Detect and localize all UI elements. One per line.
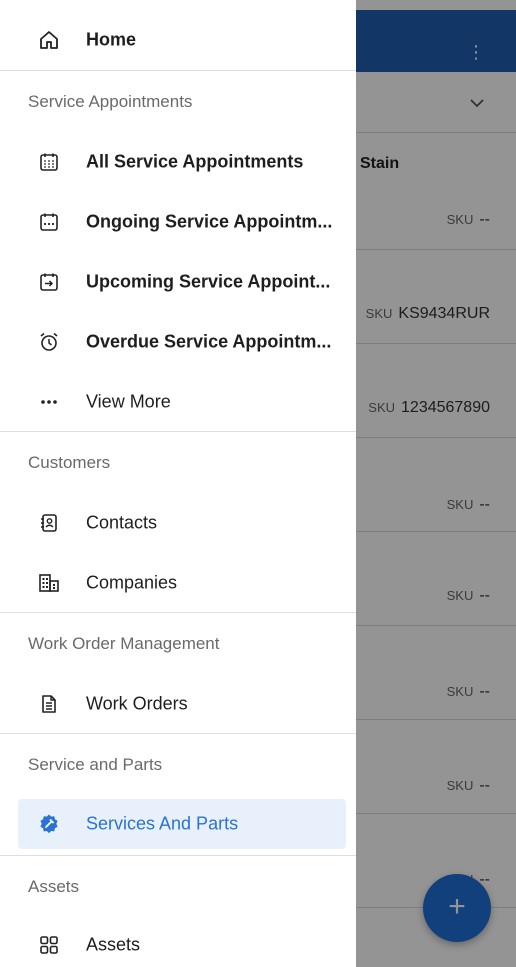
work-order-icon — [38, 693, 60, 715]
section-header-service-appointments: Service Appointments — [28, 92, 193, 111]
companies-icon — [38, 572, 60, 594]
drawer-item-ongoing-service-appointments[interactable]: Ongoing Service Appointm... — [0, 192, 356, 252]
calendar-icon — [38, 151, 60, 173]
calendar-dots-icon — [38, 211, 60, 233]
more-dots-icon — [38, 391, 60, 413]
drawer-item-label: Services And Parts — [86, 813, 239, 834]
drawer-item-companies[interactable]: Companies — [0, 553, 356, 613]
alarm-clock-icon — [38, 331, 60, 353]
divider — [0, 733, 356, 734]
home-icon — [38, 29, 60, 51]
drawer-item-label: Companies — [86, 572, 178, 593]
drawer-item-label: Assets — [86, 934, 141, 955]
section-header-service-and-parts: Service and Parts — [28, 755, 163, 774]
drawer-item-label: Upcoming Service Appoint... — [86, 271, 331, 292]
contacts-icon — [38, 512, 60, 534]
drawer-item-all-service-appointments[interactable]: All Service Appointments — [0, 132, 356, 192]
assets-icon — [38, 934, 60, 956]
drawer-item-label: Ongoing Service Appointm... — [86, 211, 333, 232]
drawer-item-contacts[interactable]: Contacts — [0, 493, 356, 553]
divider — [0, 612, 356, 613]
divider — [0, 431, 356, 432]
drawer-item-upcoming-service-appointments[interactable]: Upcoming Service Appoint... — [0, 252, 356, 312]
navigation-drawer: Home Service Appointments All Service Ap… — [0, 0, 356, 967]
drawer-item-assets[interactable]: Assets — [0, 915, 356, 967]
drawer-item-view-more[interactable]: View More — [0, 372, 356, 432]
drawer-item-home[interactable]: Home — [0, 10, 356, 71]
drawer-item-label: View More — [86, 391, 171, 412]
section-header-assets: Assets — [28, 877, 80, 896]
drawer-item-services-and-parts[interactable]: Services And Parts — [0, 794, 356, 854]
drawer-item-overdue-service-appointments[interactable]: Overdue Service Appointm... — [0, 312, 356, 372]
section-header-customers: Customers — [28, 453, 111, 472]
drawer-item-label: All Service Appointments — [86, 151, 304, 172]
services-parts-icon — [38, 813, 60, 835]
calendar-arrow-icon — [38, 271, 60, 293]
section-header-work-order-management: Work Order Management — [28, 634, 220, 653]
drawer-item-label: Home — [86, 29, 137, 50]
drawer-item-label: Contacts — [86, 512, 158, 533]
drawer-item-label: Overdue Service Appointm... — [86, 331, 332, 352]
drawer-item-work-orders[interactable]: Work Orders — [0, 674, 356, 734]
divider — [0, 855, 356, 856]
drawer-item-label: Work Orders — [86, 693, 188, 714]
